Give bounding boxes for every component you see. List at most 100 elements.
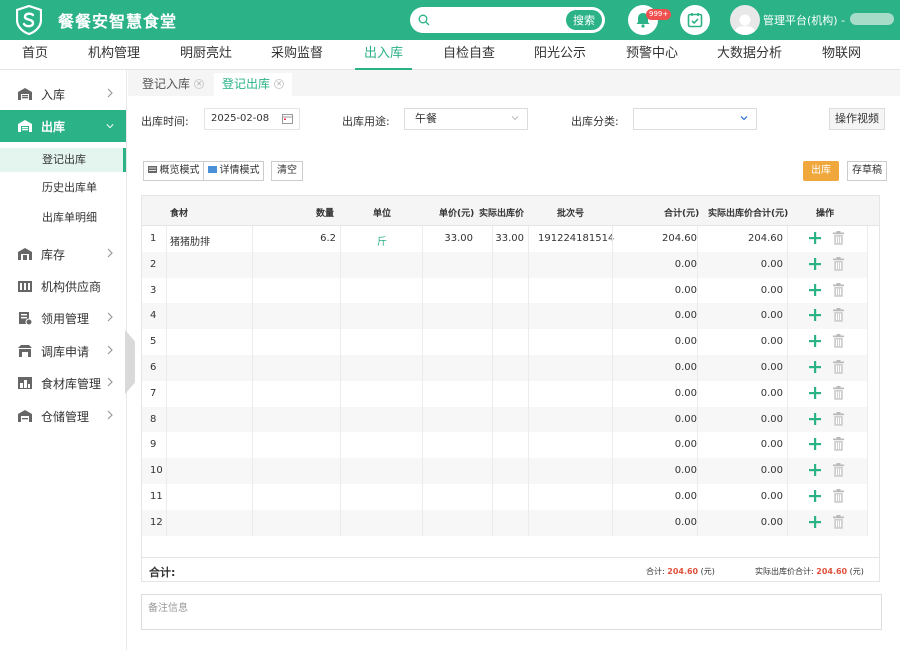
column-divider [492,406,493,433]
delete-row-icon[interactable] [833,385,844,400]
tab-register-outbound[interactable]: 登记出库 ✕ [214,73,293,96]
search-input[interactable] [434,13,562,27]
delete-row-icon[interactable] [833,514,844,529]
cell-actual-total[interactable]: 204.60 [748,233,783,244]
remark-input[interactable]: 备注信息 [141,594,882,630]
user-label[interactable]: 管理平台(机构) - [763,12,845,28]
cell-total[interactable]: 0.00 [675,259,697,270]
sidebar-sub-detail[interactable]: 出库单明细 [0,206,126,230]
nav-open-kitchen[interactable]: 明厨亮灶 [180,40,232,70]
cell-actual-total[interactable]: 0.00 [761,517,783,528]
nav-inventory-io[interactable]: 出入库 [355,40,413,70]
cell-actual-total[interactable]: 0.00 [761,285,783,296]
chevron-right-icon [107,312,113,322]
sidebar-item-supplier[interactable]: 机构供应商 [0,270,126,302]
add-row-icon[interactable] [809,464,821,477]
cell-total[interactable]: 0.00 [675,517,697,528]
add-row-icon[interactable] [809,257,821,270]
nav-self-inspection[interactable]: 自检自查 [443,40,495,70]
tutorial-video-button[interactable]: 操作视频 [829,108,885,130]
sidebar-item-requisition[interactable]: 领用管理 [0,302,126,334]
nav-big-data[interactable]: 大数据分析 [717,40,782,70]
cell-quantity[interactable]: 6.2 [320,233,336,244]
overview-mode-button[interactable]: 概览模式 [143,161,204,181]
add-row-icon[interactable] [809,412,821,425]
search-button[interactable]: 搜索 [566,10,602,30]
cell-total[interactable]: 0.00 [675,336,697,347]
delete-row-icon[interactable] [833,437,844,452]
column-divider [252,355,253,381]
add-row-icon[interactable] [809,309,821,322]
cell-total[interactable]: 0.00 [675,362,697,373]
add-row-icon[interactable] [809,386,821,399]
save-draft-button[interactable]: 存草稿 [847,161,887,181]
cell-unit[interactable]: 斤 [377,233,387,248]
sidebar-sub-register-out[interactable]: 登记出库 [0,148,126,172]
cell-actual-total[interactable]: 0.00 [761,362,783,373]
out-category-label: 出库分类: [571,115,619,128]
avatar[interactable] [730,5,760,35]
delete-row-icon[interactable] [833,411,844,426]
sidebar-item-ingredient-store[interactable]: 食材库管理 [0,367,126,399]
tab-register-inbound[interactable]: 登记入库 ✕ [134,73,213,96]
add-row-icon[interactable] [809,438,821,451]
cell-actual-total[interactable]: 0.00 [761,388,783,399]
sidebar-item-outbound[interactable]: 出库 [0,110,126,142]
delete-row-icon[interactable] [833,282,844,297]
remark-placeholder: 备注信息 [148,603,188,614]
delete-row-icon[interactable] [833,360,844,374]
nav-procurement[interactable]: 采购监督 [271,40,323,70]
delete-row-icon[interactable] [833,231,844,245]
sidebar-item-transfer[interactable]: 调库申请 [0,335,126,367]
cell-actual-total[interactable]: 0.00 [761,491,783,502]
delete-row-icon[interactable] [833,256,844,271]
nav-sunshine-public[interactable]: 阳光公示 [534,40,586,70]
sidebar-item-inventory[interactable]: 库存 [0,238,126,270]
outbound-button[interactable]: 出库 [803,161,839,181]
out-use-select[interactable]: 午餐 [404,108,528,130]
cell-actual-total[interactable]: 0.00 [761,336,783,347]
cell-total[interactable]: 0.00 [675,285,697,296]
cell-actual-total[interactable]: 0.00 [761,439,783,450]
calendar-check-icon[interactable] [680,5,710,35]
cell-actual-price[interactable]: 33.00 [495,233,524,244]
cell-total[interactable]: 0.00 [675,491,697,502]
cell-total[interactable]: 0.00 [675,439,697,450]
sidebar-collapse-handle[interactable] [125,330,135,394]
cell-batch[interactable]: 191224181514 [538,233,614,244]
close-icon[interactable]: ✕ [274,78,285,89]
sidebar-item-inbound[interactable]: 入库 [0,78,126,110]
out-time-field[interactable]: 2025-02-08 [204,108,300,130]
nav-org-management[interactable]: 机构管理 [88,40,140,70]
nav-warning-center[interactable]: 预警中心 [626,40,678,70]
add-row-icon[interactable] [809,232,821,244]
cell-ingredient[interactable]: 猪猪肋排 [170,233,210,248]
cell-total[interactable]: 0.00 [675,414,697,425]
cell-total[interactable]: 0.00 [675,465,697,476]
sidebar-sub-history[interactable]: 历史出库单 [0,176,126,200]
add-row-icon[interactable] [809,335,821,348]
cell-total[interactable]: 0.00 [675,388,697,399]
cell-actual-total[interactable]: 0.00 [761,465,783,476]
cell-actual-total[interactable]: 0.00 [761,259,783,270]
nav-iot[interactable]: 物联网 [822,40,861,70]
clear-button[interactable]: 清空 [271,161,303,181]
out-category-select[interactable] [633,108,757,130]
add-row-icon[interactable] [809,361,821,373]
detail-mode-button[interactable]: 详情模式 [203,161,264,181]
delete-row-icon[interactable] [833,489,844,503]
close-icon[interactable]: ✕ [194,78,205,89]
cell-unit-price[interactable]: 33.00 [444,233,473,244]
nav-home[interactable]: 首页 [22,40,48,70]
delete-row-icon[interactable] [833,334,844,348]
delete-row-icon[interactable] [833,308,844,323]
cell-total[interactable]: 204.60 [662,233,697,244]
cell-actual-total[interactable]: 0.00 [761,414,783,425]
add-row-icon[interactable] [809,490,821,502]
cell-actual-total[interactable]: 0.00 [761,310,783,321]
add-row-icon[interactable] [809,515,821,528]
add-row-icon[interactable] [809,283,821,296]
delete-row-icon[interactable] [833,463,844,477]
cell-total[interactable]: 0.00 [675,310,697,321]
sidebar-item-storage[interactable]: 仓储管理 [0,400,126,432]
